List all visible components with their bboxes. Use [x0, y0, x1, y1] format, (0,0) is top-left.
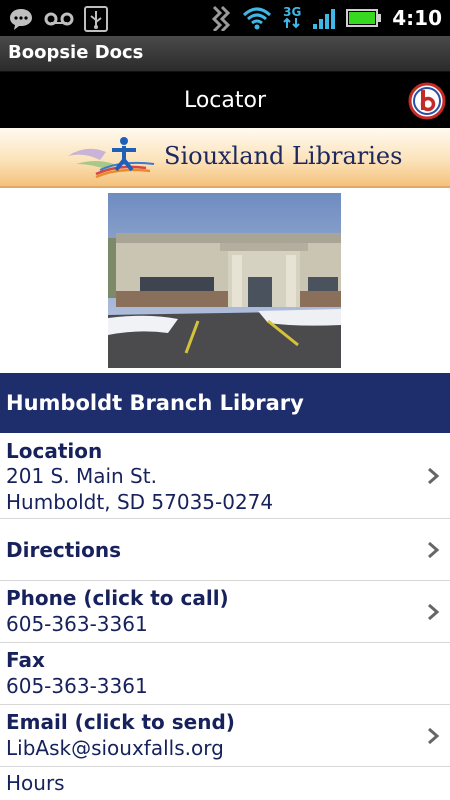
library-banner: Siouxland Libraries	[0, 128, 450, 188]
branch-photo	[108, 193, 341, 368]
fax-row: Fax 605-363-3361	[0, 643, 450, 705]
phone-number: 605-363-3361	[6, 612, 148, 636]
chevron-right-icon	[428, 727, 440, 745]
directions-label: Directions	[6, 538, 122, 562]
usb-icon	[84, 6, 108, 32]
phone-row[interactable]: Phone (click to call) 605-363-3361	[0, 581, 450, 643]
nav-bar: Locator	[0, 72, 450, 128]
chat-icon	[10, 9, 32, 30]
status-bar: 3G 4:10	[0, 0, 450, 36]
vibrate-icon	[212, 5, 231, 31]
siouxland-logo-icon	[68, 137, 155, 179]
fax-number: 605-363-3361	[6, 674, 148, 698]
battery-icon	[346, 9, 382, 27]
data-arrows-icon	[283, 17, 300, 29]
wifi-icon	[243, 7, 272, 30]
branch-title: Humboldt Branch Library	[6, 391, 304, 415]
location-label: Location	[6, 439, 103, 463]
boopsie-logo-button[interactable]	[408, 82, 446, 120]
clock: 4:10	[392, 6, 442, 30]
email-address: LibAsk@siouxfalls.org	[6, 736, 224, 760]
directions-row[interactable]: Directions	[0, 519, 450, 581]
hours-label: Hours	[6, 771, 65, 795]
chevron-right-icon	[428, 603, 440, 621]
network-type-label: 3G	[283, 5, 302, 19]
network-indicator: 3G	[282, 5, 302, 29]
app-title: Boopsie Docs	[8, 42, 144, 63]
signal-icon	[313, 9, 336, 29]
address-line-2: Humboldt, SD 57035-0274	[6, 490, 274, 514]
content-area: Humboldt Branch Library Location 201 S. …	[0, 188, 450, 800]
fax-label: Fax	[6, 648, 45, 672]
voicemail-icon	[44, 12, 74, 26]
chevron-right-icon	[428, 541, 440, 559]
page-title: Locator	[183, 88, 267, 113]
address-line-1: 201 S. Main St.	[6, 464, 157, 488]
hours-row: Hours	[0, 767, 450, 800]
chevron-right-icon	[428, 467, 440, 485]
email-row[interactable]: Email (click to send) LibAsk@siouxfalls.…	[0, 705, 450, 767]
branch-header: Humboldt Branch Library	[0, 373, 450, 433]
app-title-bar: Boopsie Docs	[0, 36, 450, 72]
email-label: Email (click to send)	[6, 710, 235, 734]
location-row[interactable]: Location 201 S. Main St. Humboldt, SD 57…	[0, 433, 450, 519]
phone-label: Phone (click to call)	[6, 586, 229, 610]
banner-title: Siouxland Libraries	[164, 142, 403, 170]
